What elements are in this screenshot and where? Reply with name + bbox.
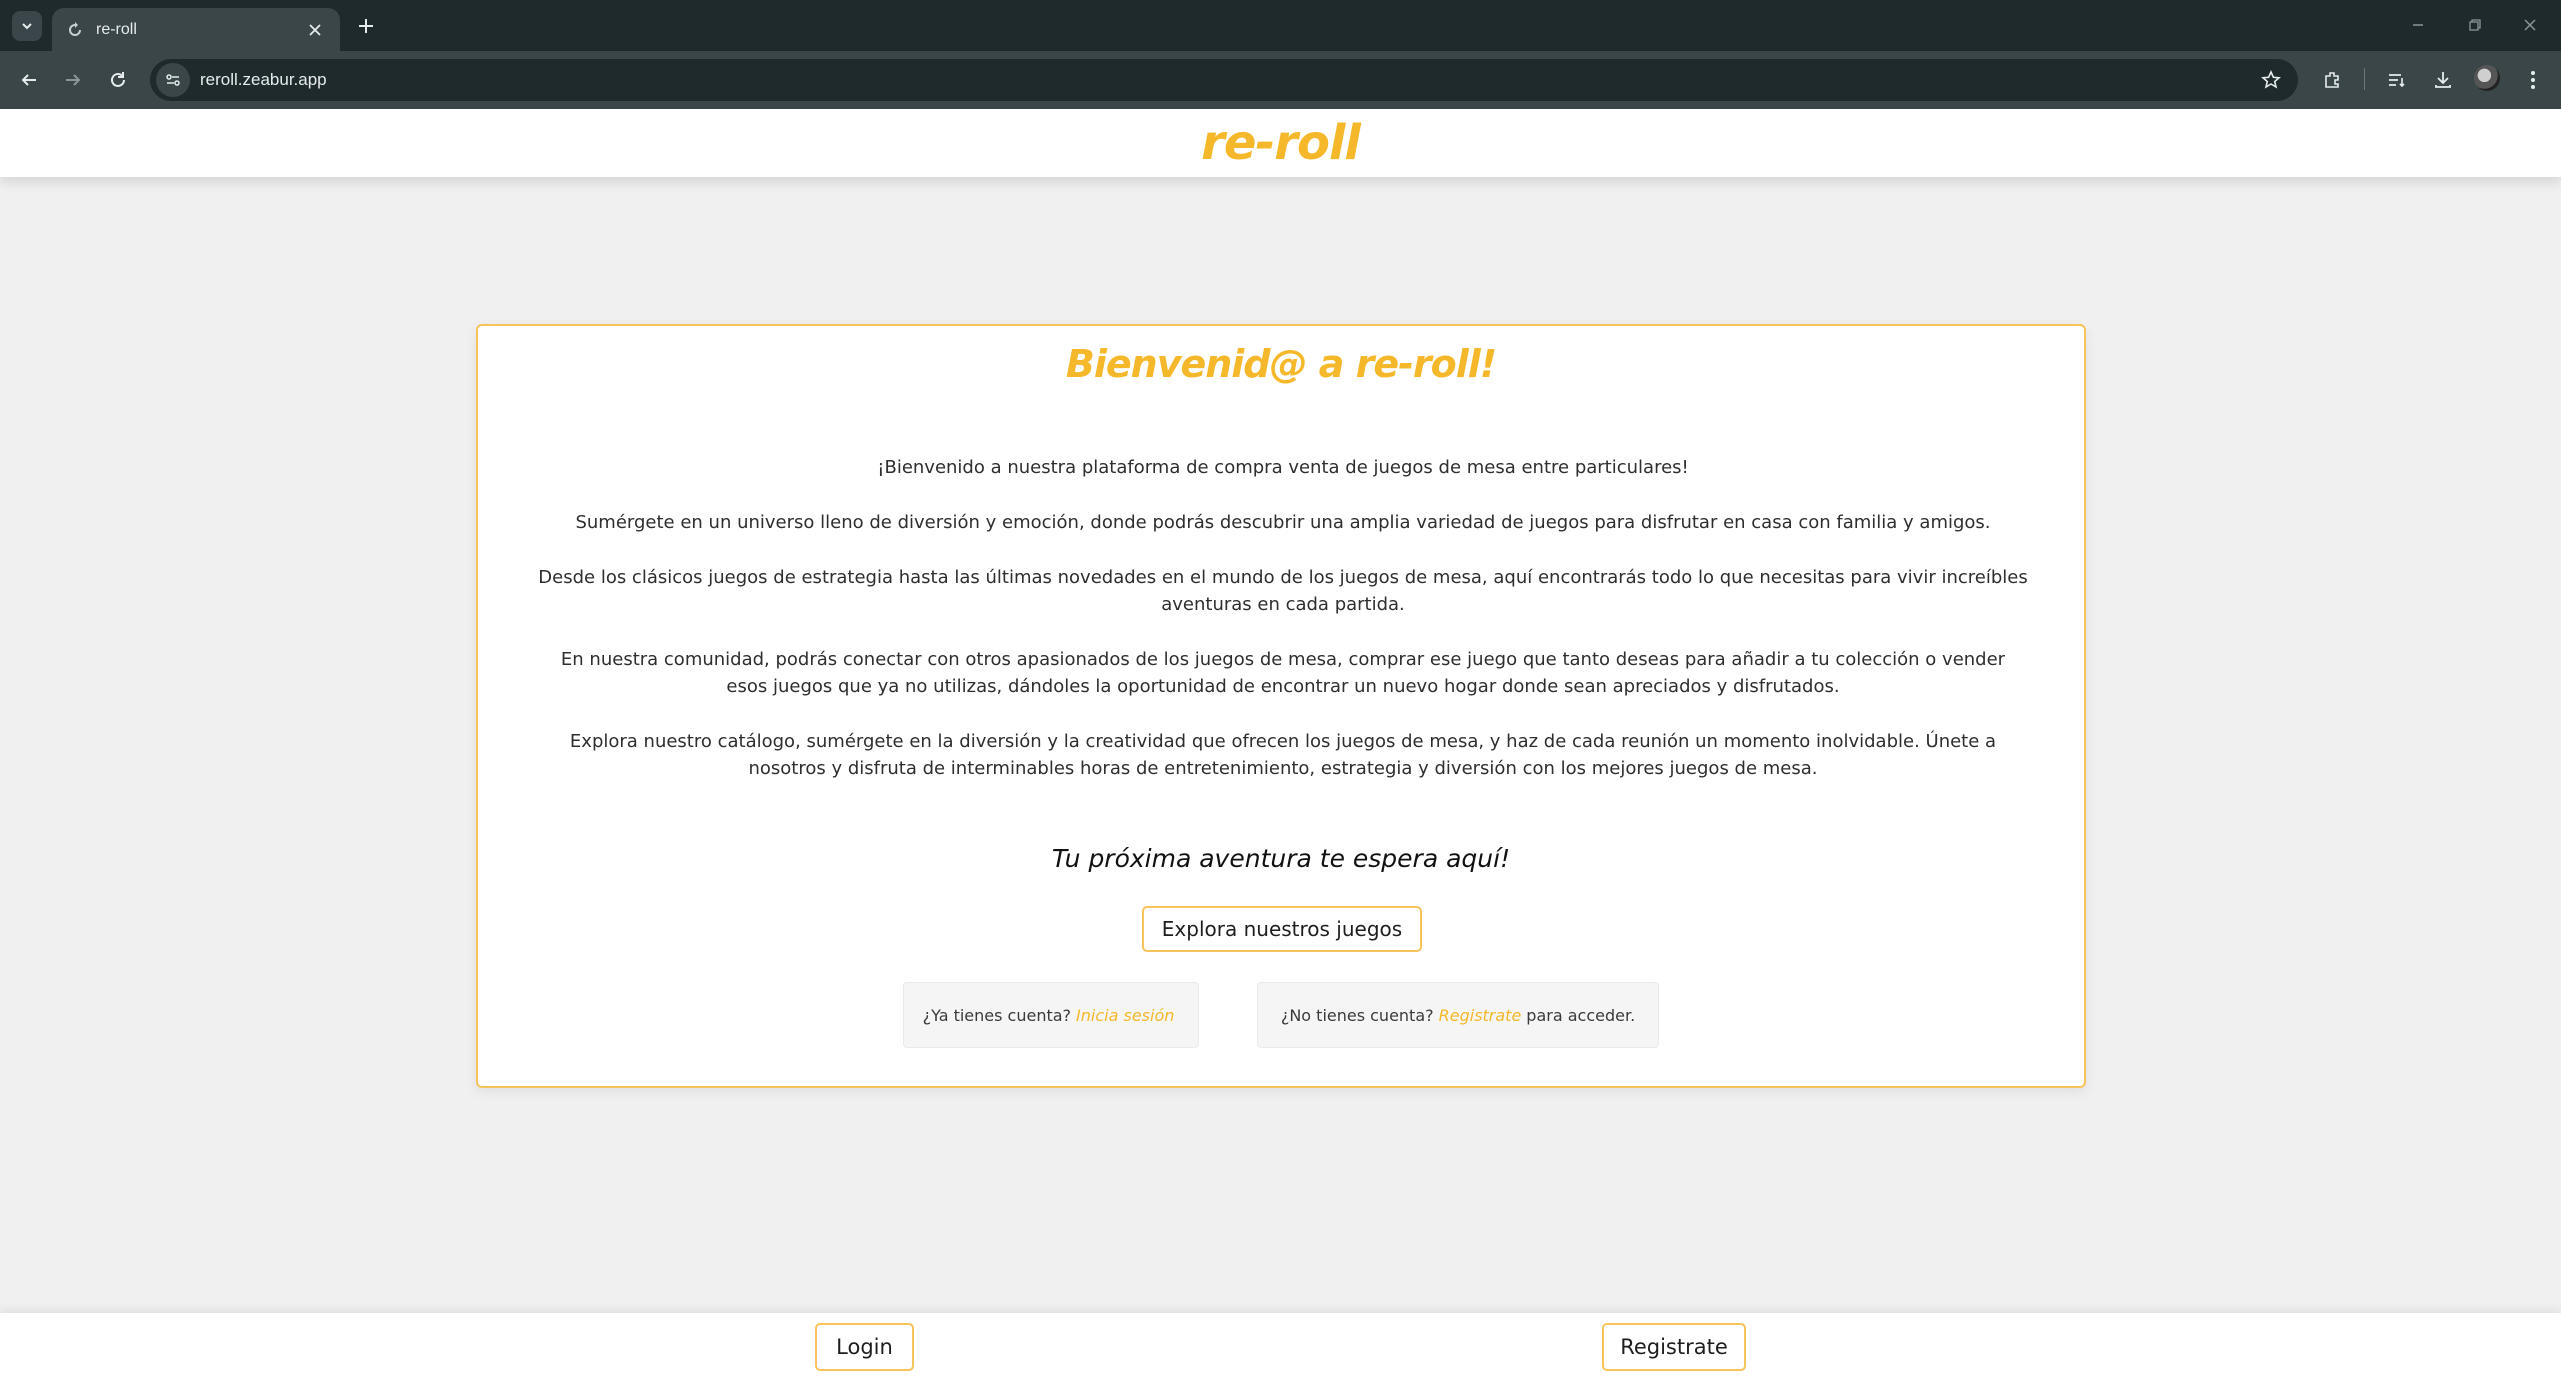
intro-paragraph: En nuestra comunidad, podrás conectar co… (560, 649, 2006, 697)
intro-text: ¡Bienvenido a nuestra plataforma de comp… (538, 454, 2028, 810)
register-note-prefix: ¿No tienes cuenta? (1280, 1005, 1434, 1025)
browser-toolbar: reroll.zeabur.app (0, 51, 2561, 109)
download-icon[interactable] (2428, 65, 2458, 95)
register-button[interactable]: Registrate (1602, 1323, 1746, 1371)
site-header: re-roll (0, 109, 2561, 177)
login-link[interactable]: Inicia sesión (1076, 1006, 1174, 1025)
intro-paragraph: Sumérgete en un universo lleno de divers… (575, 512, 1991, 533)
plus-icon (359, 19, 373, 33)
new-tab-button[interactable] (352, 12, 380, 40)
welcome-title: Bienvenid@ a re-roll! (1065, 342, 1497, 386)
address-bar[interactable]: reroll.zeabur.app (150, 59, 2298, 101)
reload-icon[interactable] (103, 65, 133, 95)
intro-paragraph: Desde los clásicos juegos de estrategia … (538, 567, 2028, 615)
reload-favicon (66, 21, 84, 39)
menu-dots-icon[interactable] (2518, 65, 2548, 95)
reading-list-icon[interactable] (2382, 65, 2412, 95)
explore-games-button[interactable]: Explora nuestros juegos (1142, 906, 1422, 952)
minimize-icon[interactable] (2398, 10, 2438, 40)
login-button[interactable]: Login (815, 1323, 914, 1371)
tagline: Tu próxima aventura te espera aquí! (1051, 844, 1511, 873)
intro-paragraph: Explora nuestro catálogo, sumérgete en l… (569, 731, 1997, 779)
close-icon[interactable] (304, 19, 326, 41)
window-close-icon[interactable] (2510, 10, 2550, 40)
browser-tab-bar: re-roll (0, 0, 2561, 51)
chevron-down-icon (22, 23, 32, 30)
tab-title: re-roll (96, 20, 137, 38)
browser-tab[interactable]: re-roll (52, 8, 340, 51)
star-icon[interactable] (2254, 63, 2288, 97)
forward-arrow-icon[interactable] (58, 65, 88, 95)
login-note: ¿Ya tienes cuenta? Inicia sesión (903, 982, 1199, 1048)
login-note-prefix: ¿Ya tienes cuenta? (922, 1005, 1072, 1025)
back-arrow-icon[interactable] (14, 65, 44, 95)
intro-paragraph: ¡Bienvenido a nuestra plataforma de comp… (877, 457, 1689, 478)
welcome-card: Bienvenid@ a re-roll! ¡Bienvenido a nues… (476, 324, 2086, 1088)
site-footer: Login Registrate (0, 1313, 2561, 1381)
site-info-icon[interactable] (156, 63, 190, 97)
tab-search-button[interactable] (12, 11, 42, 41)
register-note-suffix: para acceder. (1526, 1005, 1636, 1025)
register-note: ¿No tienes cuenta? Registrate para acced… (1257, 982, 1659, 1048)
profile-avatar[interactable] (2474, 65, 2500, 91)
restore-icon[interactable] (2455, 10, 2495, 40)
register-link[interactable]: Registrate (1439, 1006, 1522, 1025)
site-logo[interactable]: re-roll (1201, 115, 1361, 171)
url-text: reroll.zeabur.app (200, 70, 327, 89)
extensions-icon[interactable] (2317, 65, 2347, 95)
toolbar-separator (2364, 68, 2365, 90)
